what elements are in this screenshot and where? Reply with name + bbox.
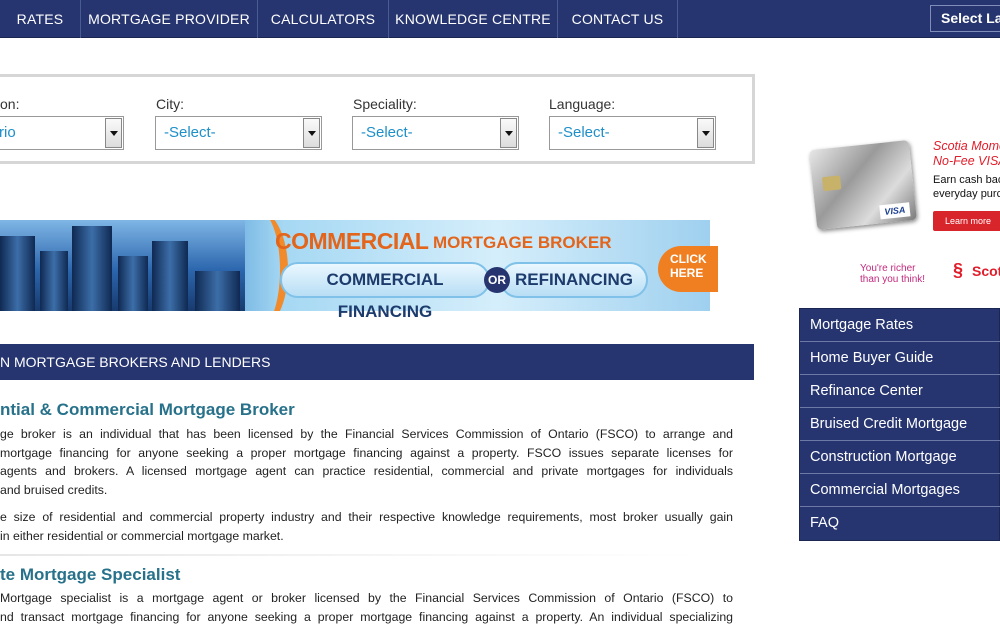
section-divider [0, 554, 700, 556]
chevron-down-icon[interactable] [105, 118, 122, 148]
banner-subtitle: MORTGAGE BROKER [433, 233, 612, 252]
paragraph-industry-size: e size of residential and commercial pro… [0, 510, 733, 543]
ad-brand-name: Scot [972, 263, 1000, 279]
city-select-value: -Select- [164, 124, 216, 141]
scotiabank-logo-icon: § [953, 260, 964, 280]
banner-pill-refinancing: REFINANCING [500, 262, 648, 298]
ad-title: Scotia Mome No-Fee VISA [933, 139, 1000, 168]
ad-slogan: You're richer than you think! [860, 263, 926, 285]
language-filter-select[interactable]: -Select- [549, 116, 716, 150]
chevron-down-icon[interactable] [500, 118, 517, 148]
speciality-select-value: -Select- [361, 124, 413, 141]
chevron-down-icon[interactable] [697, 118, 714, 148]
language-select-value: -Select- [558, 124, 610, 141]
province-label: on: [0, 96, 20, 112]
heading-residential-commercial: ntial & Commercial Mortgage Broker [0, 400, 295, 419]
chevron-down-icon[interactable] [303, 118, 320, 148]
credit-card-image[interactable]: VISA [809, 139, 917, 231]
city-select[interactable]: -Select- [155, 116, 322, 150]
top-navigation: RATES MORTGAGE PROVIDER CALCULATORS KNOW… [0, 0, 1000, 38]
visa-logo-icon: VISA [879, 202, 911, 220]
banner-pill-financing: COMMERCIAL FINANCING [280, 262, 490, 321]
nav-calculators[interactable]: CALCULATORS [258, 0, 389, 38]
ad-description: Earn cash bac everyday purc [933, 174, 1000, 200]
speciality-select[interactable]: -Select- [352, 116, 519, 150]
card-chip-icon [821, 175, 842, 192]
city-skyline-image [0, 220, 245, 311]
language-select[interactable]: Select La [930, 5, 1000, 32]
sidebar-item-refinance-center[interactable]: Refinance Center [800, 375, 1000, 408]
province-select-value: rio [0, 124, 16, 141]
sidebar-item-commercial-mortgages[interactable]: Commercial Mortgages [800, 474, 1000, 507]
banner-click-here-button[interactable]: CLICK HERE [658, 246, 718, 292]
nav-contact-us[interactable]: CONTACT US [558, 0, 678, 38]
banner-or-badge: OR [484, 267, 510, 293]
ad-learn-more-button[interactable]: Learn more [933, 211, 1000, 231]
sidebar-item-faq[interactable]: FAQ [800, 507, 1000, 540]
heading-private-mortgage-specialist: te Mortgage Specialist [0, 565, 181, 584]
paragraph-specialist-definition: Mortgage specialist is a mortgage agent … [0, 591, 733, 624]
sidebar-menu: Mortgage Rates Home Buyer Guide Refinanc… [799, 308, 1000, 541]
sidebar-item-mortgage-rates[interactable]: Mortgage Rates [800, 309, 1000, 342]
sidebar-item-construction-mortgage[interactable]: Construction Mortgage [800, 441, 1000, 474]
nav-knowledge-centre[interactable]: KNOWLEDGE CENTRE [389, 0, 558, 38]
paragraph-broker-definition: ge broker is an individual that has been… [0, 427, 733, 497]
province-select[interactable]: rio [0, 116, 124, 150]
speciality-label: Speciality: [353, 96, 417, 112]
sidebar-item-home-buyer-guide[interactable]: Home Buyer Guide [800, 342, 1000, 375]
section-header: N MORTGAGE BROKERS AND LENDERS [0, 344, 754, 380]
nav-mortgage-provider[interactable]: MORTGAGE PROVIDER [81, 0, 258, 38]
city-label: City: [156, 96, 184, 112]
language-label: Language: [549, 96, 616, 112]
sidebar-item-bruised-credit[interactable]: Bruised Credit Mortgage [800, 408, 1000, 441]
banner-title: COMMERCIAL [275, 228, 429, 254]
nav-rates[interactable]: RATES [0, 0, 81, 38]
